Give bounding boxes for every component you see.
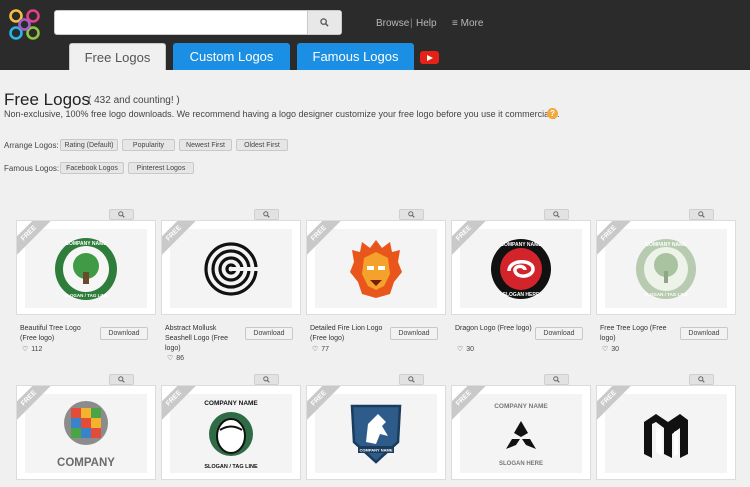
search-icon	[320, 18, 329, 27]
logo-card[interactable]: FREE	[161, 220, 301, 315]
globe-company-logo-image: COMPANY	[57, 400, 115, 469]
download-button[interactable]: Download	[245, 327, 293, 340]
download-button[interactable]: Download	[100, 327, 148, 340]
tree-logo-image: COMPANY NAME SLOGAN / TAG LINE	[55, 237, 117, 300]
youtube-icon[interactable]	[420, 51, 439, 64]
zoom-button[interactable]	[254, 374, 279, 385]
search-button[interactable]	[307, 11, 341, 34]
magnifier-icon	[408, 211, 415, 218]
logo-slogan-text: SLOGAN / TAG LINE	[644, 292, 688, 297]
logo-card[interactable]: FREE COMPANY NAME SLOGAN HERE	[451, 220, 591, 315]
heart-icon: ♡	[167, 355, 174, 362]
logo-card[interactable]: FREE COMPANY NAME SLOGAN / TAG LINE	[16, 220, 156, 315]
more-menu[interactable]: ≡ More	[452, 18, 483, 29]
likes-count: ♡ 86	[167, 354, 185, 363]
logo-card[interactable]: FREE COMPANY NAME SLOGAN / TAG LINE	[596, 220, 736, 315]
magnifier-icon	[263, 211, 270, 218]
arrange-label: Arrange Logos:	[4, 141, 59, 150]
logo-title[interactable]: Detailed Fire Lion Logo (Free logo)	[310, 324, 388, 344]
page-title: Free Logos	[4, 90, 90, 109]
logo-count: ( 432 and counting! )	[88, 95, 180, 106]
shield-logo-image: COMPANY NAME	[350, 404, 402, 464]
seashell-logo-image	[204, 241, 259, 296]
magnifier-icon	[553, 376, 560, 383]
tab-famous-logos[interactable]: Famous Logos	[297, 43, 414, 70]
site-logo-icon[interactable]	[6, 6, 44, 44]
free-tree-logo-image: COMPANY NAME SLOGAN / TAG LINE	[636, 238, 696, 299]
zoom-button[interactable]	[689, 374, 714, 385]
logo-slogan-text: SLOGAN HERE	[503, 292, 540, 298]
logo-company-text: COMPANY NAME	[645, 242, 687, 248]
arrange-newest-button[interactable]: Newest First	[179, 139, 232, 151]
search-box	[54, 10, 342, 35]
logo-card[interactable]: FREE	[306, 220, 446, 315]
lady-face-logo-image: COMPANY NAME SLOGAN / TAG LINE	[204, 400, 258, 470]
top-bar: Browse | Help ≡ More Free Logos Custom L…	[0, 0, 750, 70]
zoom-button[interactable]	[109, 374, 134, 385]
fire-lion-logo-image	[350, 239, 402, 298]
tab-free-logos[interactable]: Free Logos	[69, 43, 166, 70]
logo-card[interactable]: FREE COMPANY NAME	[306, 385, 446, 480]
famous-logos-label: Famous Logos:	[4, 164, 60, 173]
logo-card[interactable]: FREE	[596, 385, 736, 480]
logo-company-text: COMPANY NAME	[500, 242, 542, 248]
zoom-button[interactable]	[399, 209, 424, 220]
page-description: Non-exclusive, 100% free logo downloads.…	[4, 109, 560, 119]
logo-slogan-text: SLOGAN / TAG LINE	[64, 293, 108, 298]
logo-title[interactable]: Free Tree Logo (Free logo)	[600, 324, 678, 344]
pinterest-logos-button[interactable]: Pinterest Logos	[128, 162, 194, 174]
logo-title[interactable]: Abstract Mollusk Seashell Logo (Free log…	[165, 324, 243, 354]
zoom-button[interactable]	[544, 374, 569, 385]
zoom-button[interactable]	[109, 209, 134, 220]
help-badge-icon[interactable]: ?	[547, 108, 558, 119]
logo-company-text: COMPANY NAME	[65, 241, 107, 247]
logo-card[interactable]: FREE COMPANY NAME SLOGAN / TAG LINE	[161, 385, 301, 480]
heart-icon: ♡	[22, 346, 29, 353]
magnifier-icon	[118, 376, 125, 383]
logo-company-text: COMPANY NAME	[494, 403, 548, 410]
isometric-logo-image	[644, 413, 688, 458]
heart-icon: ♡	[602, 346, 609, 353]
logo-title[interactable]: Beautiful Tree Logo (Free logo)	[20, 324, 98, 344]
magnifier-icon	[698, 376, 705, 383]
logo-card[interactable]: FREE COMPANY	[16, 385, 156, 480]
tab-custom-logos[interactable]: Custom Logos	[173, 43, 290, 70]
logo-slogan-text: SLOGAN / TAG LINE	[204, 464, 258, 470]
magnifier-icon	[263, 376, 270, 383]
logo-slogan-text: SLOGAN HERE	[499, 461, 543, 467]
search-input[interactable]	[55, 11, 307, 34]
logo-title[interactable]: Dragon Logo (Free logo)	[455, 324, 533, 334]
dragon-logo-image: COMPANY NAME SLOGAN HERE	[491, 238, 551, 299]
logo-company-text: COMPANY	[57, 457, 115, 469]
facebook-logos-button[interactable]: Facebook Logos	[60, 162, 124, 174]
zoom-button[interactable]	[399, 374, 424, 385]
likes-count: ♡ 30	[602, 345, 620, 354]
tri-swirl-logo-image: COMPANY NAME SLOGAN HERE	[494, 403, 548, 467]
logo-card[interactable]: FREE COMPANY NAME SLOGAN HERE	[451, 385, 591, 480]
download-button[interactable]: Download	[680, 327, 728, 340]
likes-count: ♡ 112	[22, 345, 43, 354]
arrange-rating-button[interactable]: Rating (Default)	[60, 139, 118, 151]
heart-icon: ♡	[457, 346, 464, 353]
logo-company-text: COMPANY NAME	[360, 447, 393, 452]
zoom-button[interactable]	[689, 209, 714, 220]
download-button[interactable]: Download	[535, 327, 583, 340]
nav-separator: |	[410, 18, 413, 29]
magnifier-icon	[553, 211, 560, 218]
magnifier-icon	[408, 376, 415, 383]
likes-count: ♡ 77	[312, 345, 330, 354]
logo-company-text: COMPANY NAME	[204, 400, 258, 407]
magnifier-icon	[118, 211, 125, 218]
zoom-button[interactable]	[254, 209, 279, 220]
zoom-button[interactable]	[544, 209, 569, 220]
download-button[interactable]: Download	[390, 327, 438, 340]
heart-icon: ♡	[312, 346, 319, 353]
likes-count: ♡ 30	[457, 345, 475, 354]
magnifier-icon	[698, 211, 705, 218]
help-link[interactable]: Help	[416, 18, 437, 29]
arrange-oldest-button[interactable]: Oldest First	[236, 139, 288, 151]
browse-link[interactable]: Browse	[376, 18, 409, 29]
arrange-popularity-button[interactable]: Popularity	[122, 139, 175, 151]
